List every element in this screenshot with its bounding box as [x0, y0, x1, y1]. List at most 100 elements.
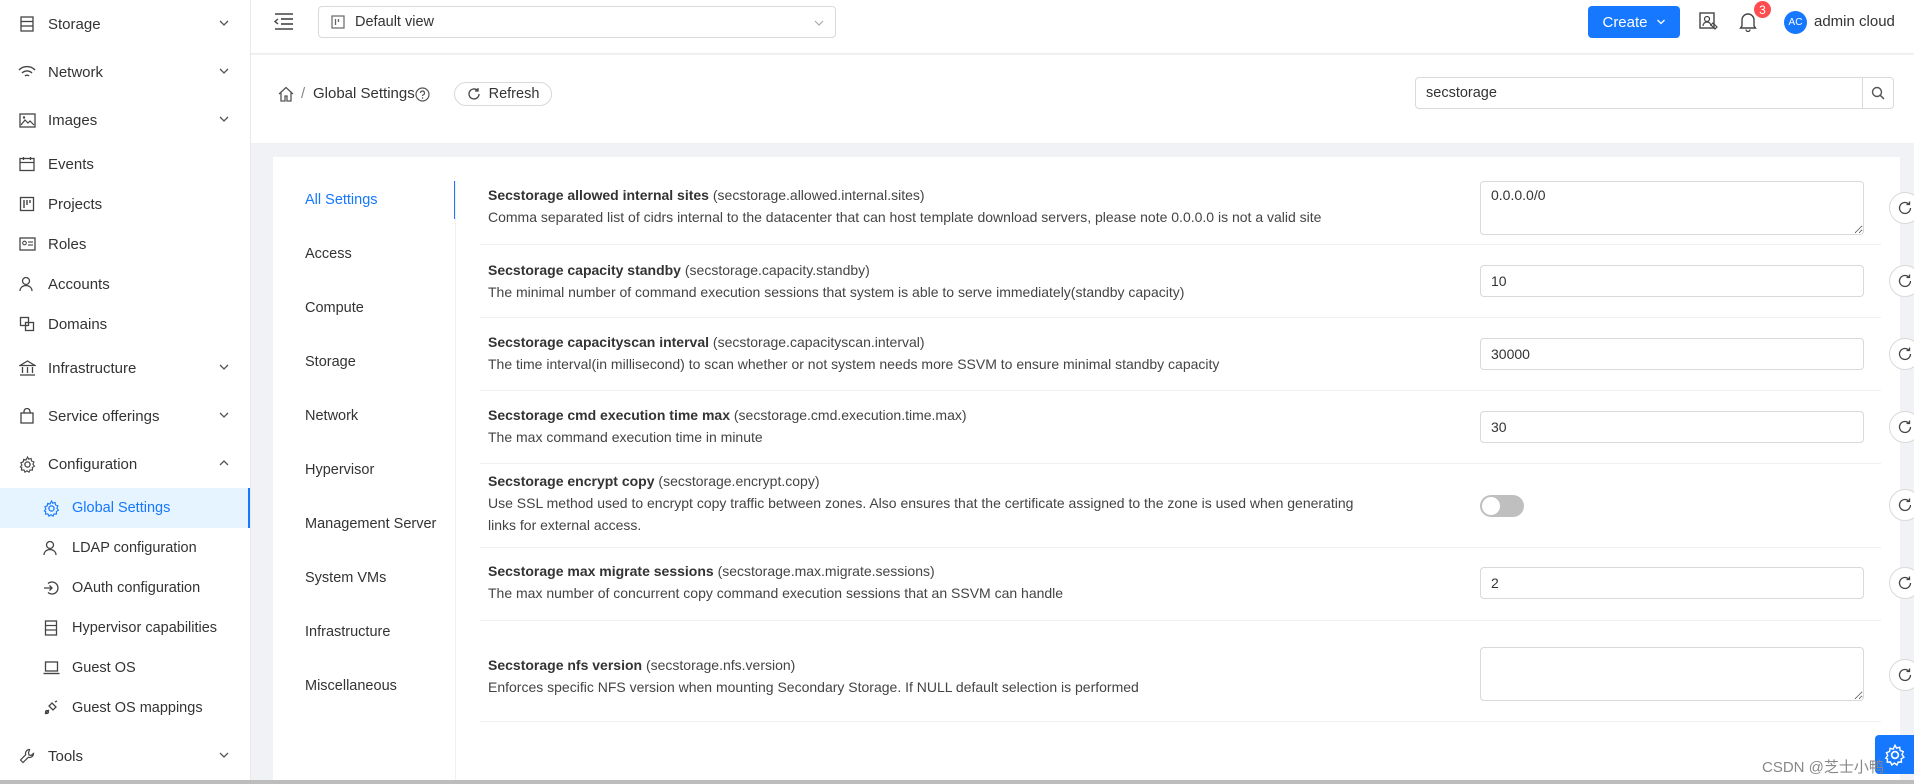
question-circle-icon[interactable] — [415, 87, 430, 102]
chevron-down-icon — [219, 752, 229, 758]
project-switch-icon[interactable] — [1698, 10, 1720, 32]
reset-button[interactable] — [1889, 265, 1914, 297]
sidebar-item-events[interactable]: Events — [0, 144, 250, 184]
chevron-down-icon — [219, 20, 229, 26]
tab-all-settings[interactable]: All Settings — [273, 181, 456, 235]
tab-network[interactable]: Network — [273, 397, 456, 451]
search-button[interactable] — [1862, 77, 1894, 109]
reset-button[interactable] — [1889, 489, 1914, 521]
reset-button[interactable] — [1889, 659, 1914, 691]
home-icon[interactable] — [277, 85, 295, 103]
setting-key: (secstorage.capacity.standby) — [684, 262, 870, 278]
sidebar-item-infrastructure[interactable]: Infrastructure — [0, 348, 250, 388]
setting-text: Secstorage cmd execution time max (secst… — [488, 404, 1368, 448]
sidebar-item-storage[interactable]: Storage — [0, 4, 250, 44]
tab-hypervisor[interactable]: Hypervisor — [273, 451, 456, 505]
setting-name: Secstorage max migrate sessions — [488, 563, 714, 579]
sidebar-item-label: Service offerings — [48, 407, 160, 425]
reload-icon — [468, 88, 480, 100]
reset-button[interactable] — [1889, 567, 1914, 599]
page-title: Global Settings — [313, 85, 415, 102]
sidebar-item-tools[interactable]: Tools — [0, 736, 250, 776]
setting-value-input[interactable] — [1480, 265, 1864, 297]
shopping-icon — [18, 407, 36, 425]
setting-description: Enforces specific NFS version when mount… — [488, 679, 1139, 695]
setting-value-textarea[interactable]: 0.0.0.0/0 — [1480, 181, 1864, 235]
setting-key: (secstorage.nfs.version) — [645, 657, 796, 673]
sidebar-item-hypervisor-capabilities[interactable]: Hypervisor capabilities — [0, 608, 250, 648]
setting-value-input[interactable] — [1480, 338, 1864, 370]
project-icon — [331, 15, 345, 29]
sidebar-item-label: LDAP configuration — [72, 540, 197, 556]
view-select-value: Default view — [355, 14, 434, 30]
tab-storage[interactable]: Storage — [273, 343, 456, 397]
tab-compute[interactable]: Compute — [273, 289, 456, 343]
setting-toggle-switch[interactable] — [1480, 495, 1524, 517]
chevron-down-icon — [219, 116, 229, 122]
sidebar-item-label: Configuration — [48, 455, 138, 473]
user-icon — [18, 275, 36, 293]
sidebar-item-oauth-configuration[interactable]: OAuth configuration — [0, 568, 250, 608]
sidebar-item-label: Guest OS mappings — [72, 700, 203, 716]
setting-name: Secstorage encrypt copy — [488, 473, 655, 489]
refresh-button[interactable]: Refresh — [454, 82, 552, 106]
sidebar-item-roles[interactable]: Roles — [0, 224, 250, 264]
setting-row: Secstorage allowed internal sites (secst… — [480, 175, 1914, 245]
create-button-label: Create — [1602, 13, 1648, 31]
api-icon — [42, 699, 60, 717]
reset-button[interactable] — [1889, 338, 1914, 370]
setting-text: Secstorage capacity standby (secstorage.… — [488, 259, 1368, 303]
sidebar-item-label: Infrastructure — [48, 359, 137, 377]
sidebar-item-label: Global Settings — [72, 500, 171, 516]
tab-management-server[interactable]: Management Server — [273, 505, 456, 559]
setting-description: The time interval(in millisecond) to sca… — [488, 356, 1220, 372]
reset-button[interactable] — [1889, 411, 1914, 443]
username[interactable]: admin cloud — [1814, 13, 1895, 30]
sidebar-item-guest-os[interactable]: Guest OS — [0, 648, 250, 688]
top-header: Default view Create 3 AC admin cloud — [251, 0, 1914, 54]
setting-value-textarea[interactable] — [1480, 647, 1864, 701]
sidebar-item-domains[interactable]: Domains — [0, 304, 250, 344]
sidebar-item-ldap-configuration[interactable]: LDAP configuration — [0, 528, 250, 568]
sidebar-item-images[interactable]: Images — [0, 100, 250, 140]
sidebar-item-network[interactable]: Network — [0, 52, 250, 92]
tab-system-vms[interactable]: System VMs — [273, 559, 456, 613]
tab-access[interactable]: Access — [273, 235, 456, 289]
setting-row: Secstorage encrypt copy (secstorage.encr… — [480, 465, 1914, 548]
search-input[interactable] — [1415, 77, 1863, 109]
tab-infrastructure[interactable]: Infrastructure — [273, 613, 456, 667]
user-icon — [42, 539, 60, 557]
sidebar-item-label: Network — [48, 63, 104, 81]
setting-text: Secstorage capacityscan interval (secsto… — [488, 331, 1368, 375]
avatar[interactable]: AC — [1784, 11, 1807, 34]
setting-name: Secstorage nfs version — [488, 657, 643, 673]
sidebar-item-projects[interactable]: Projects — [0, 184, 250, 224]
setting-name: Secstorage allowed internal sites — [488, 187, 709, 203]
setting-value-input[interactable] — [1480, 411, 1864, 443]
reset-button[interactable] — [1889, 192, 1914, 224]
setting-value-input[interactable] — [1480, 567, 1864, 599]
sidebar-item-label: Images — [48, 111, 98, 129]
menu-fold-icon[interactable] — [273, 10, 295, 32]
sidebar-item-global-settings[interactable]: Global Settings — [0, 488, 250, 528]
gear-icon — [42, 499, 60, 517]
watermark: CSDN @芝士小鸭 — [1762, 759, 1884, 776]
setting-description: Comma separated list of cidrs internal t… — [488, 209, 1322, 225]
tab-miscellaneous[interactable]: Miscellaneous — [273, 667, 456, 721]
create-button[interactable]: Create — [1588, 6, 1680, 38]
setting-row: Secstorage max migrate sessions (secstor… — [480, 549, 1914, 621]
sidebar-item-service-offerings[interactable]: Service offerings — [0, 396, 250, 436]
sidebar-item-configuration[interactable]: Configuration — [0, 444, 250, 484]
setting-description: The minimal number of command execution … — [488, 284, 1185, 300]
sidebar-item-guest-os-mappings[interactable]: Guest OS mappings — [0, 688, 250, 728]
divider — [455, 181, 456, 784]
setting-row: Secstorage capacityscan interval (secsto… — [480, 319, 1914, 391]
bank-icon — [18, 359, 36, 377]
gear-icon — [1884, 743, 1905, 766]
reload-icon — [1898, 347, 1912, 361]
view-select[interactable]: Default view — [318, 6, 836, 38]
sidebar-item-accounts[interactable]: Accounts — [0, 264, 250, 304]
category-menu: All Settings Access Compute Storage Netw… — [273, 181, 456, 721]
sidebar-item-label: Guest OS — [72, 660, 136, 676]
setting-key: (secstorage.encrypt.copy) — [658, 473, 820, 489]
